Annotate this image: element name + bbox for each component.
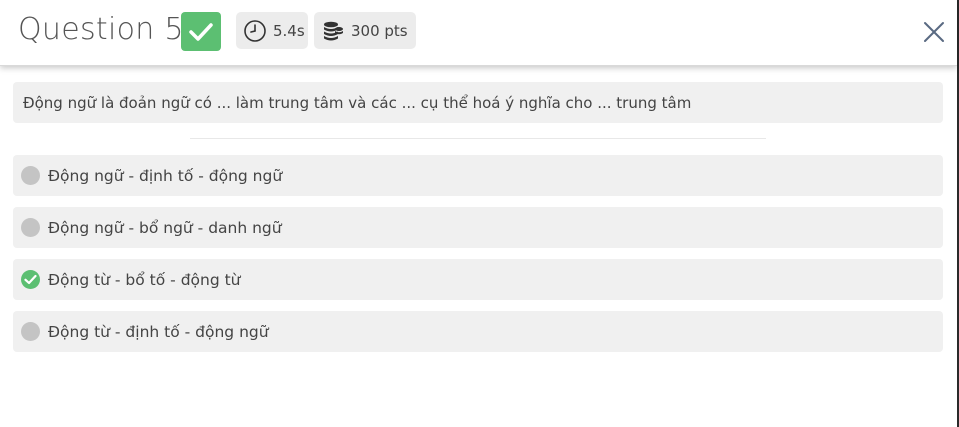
question-text: Động ngữ là đoản ngữ có ... làm trung tâ… — [23, 93, 692, 112]
points-value: 300 pts — [351, 21, 408, 40]
question-title: Question 5 — [18, 12, 184, 47]
question-header: Question 5 5.4s 300 pts — [0, 0, 957, 66]
question-text-box: Động ngữ là đoản ngữ có ... làm trung tâ… — [13, 82, 943, 123]
quiz-review-panel: Question 5 5.4s 300 pts Động ngữ là đoản… — [0, 0, 959, 427]
timer-value: 5.4s — [273, 21, 305, 40]
check-icon — [189, 22, 213, 41]
correct-check-icon — [21, 270, 40, 289]
clock-icon — [243, 19, 267, 43]
divider — [190, 138, 766, 139]
answer-option-label: Động ngữ - định tố - động ngữ — [48, 166, 283, 185]
coins-icon — [321, 19, 345, 43]
answer-option-label: Động từ - định tố - động ngữ — [48, 322, 269, 341]
timer-chip: 5.4s — [236, 12, 308, 49]
close-icon — [924, 22, 944, 42]
unselected-circle-icon — [21, 166, 40, 185]
answer-option-label: Động ngữ - bổ ngữ - danh ngữ — [48, 218, 282, 237]
correct-badge — [181, 12, 221, 51]
answer-option-1[interactable]: Động ngữ - định tố - động ngữ — [13, 155, 943, 196]
answer-option-3[interactable]: Động từ - bổ tố - động từ — [13, 259, 943, 300]
answer-option-4[interactable]: Động từ - định tố - động ngữ — [13, 311, 943, 352]
answer-option-2[interactable]: Động ngữ - bổ ngữ - danh ngữ — [13, 207, 943, 248]
unselected-circle-icon — [21, 218, 40, 237]
answer-option-label: Động từ - bổ tố - động từ — [48, 270, 241, 289]
close-button[interactable] — [918, 16, 950, 48]
points-chip: 300 pts — [314, 12, 416, 49]
unselected-circle-icon — [21, 322, 40, 341]
